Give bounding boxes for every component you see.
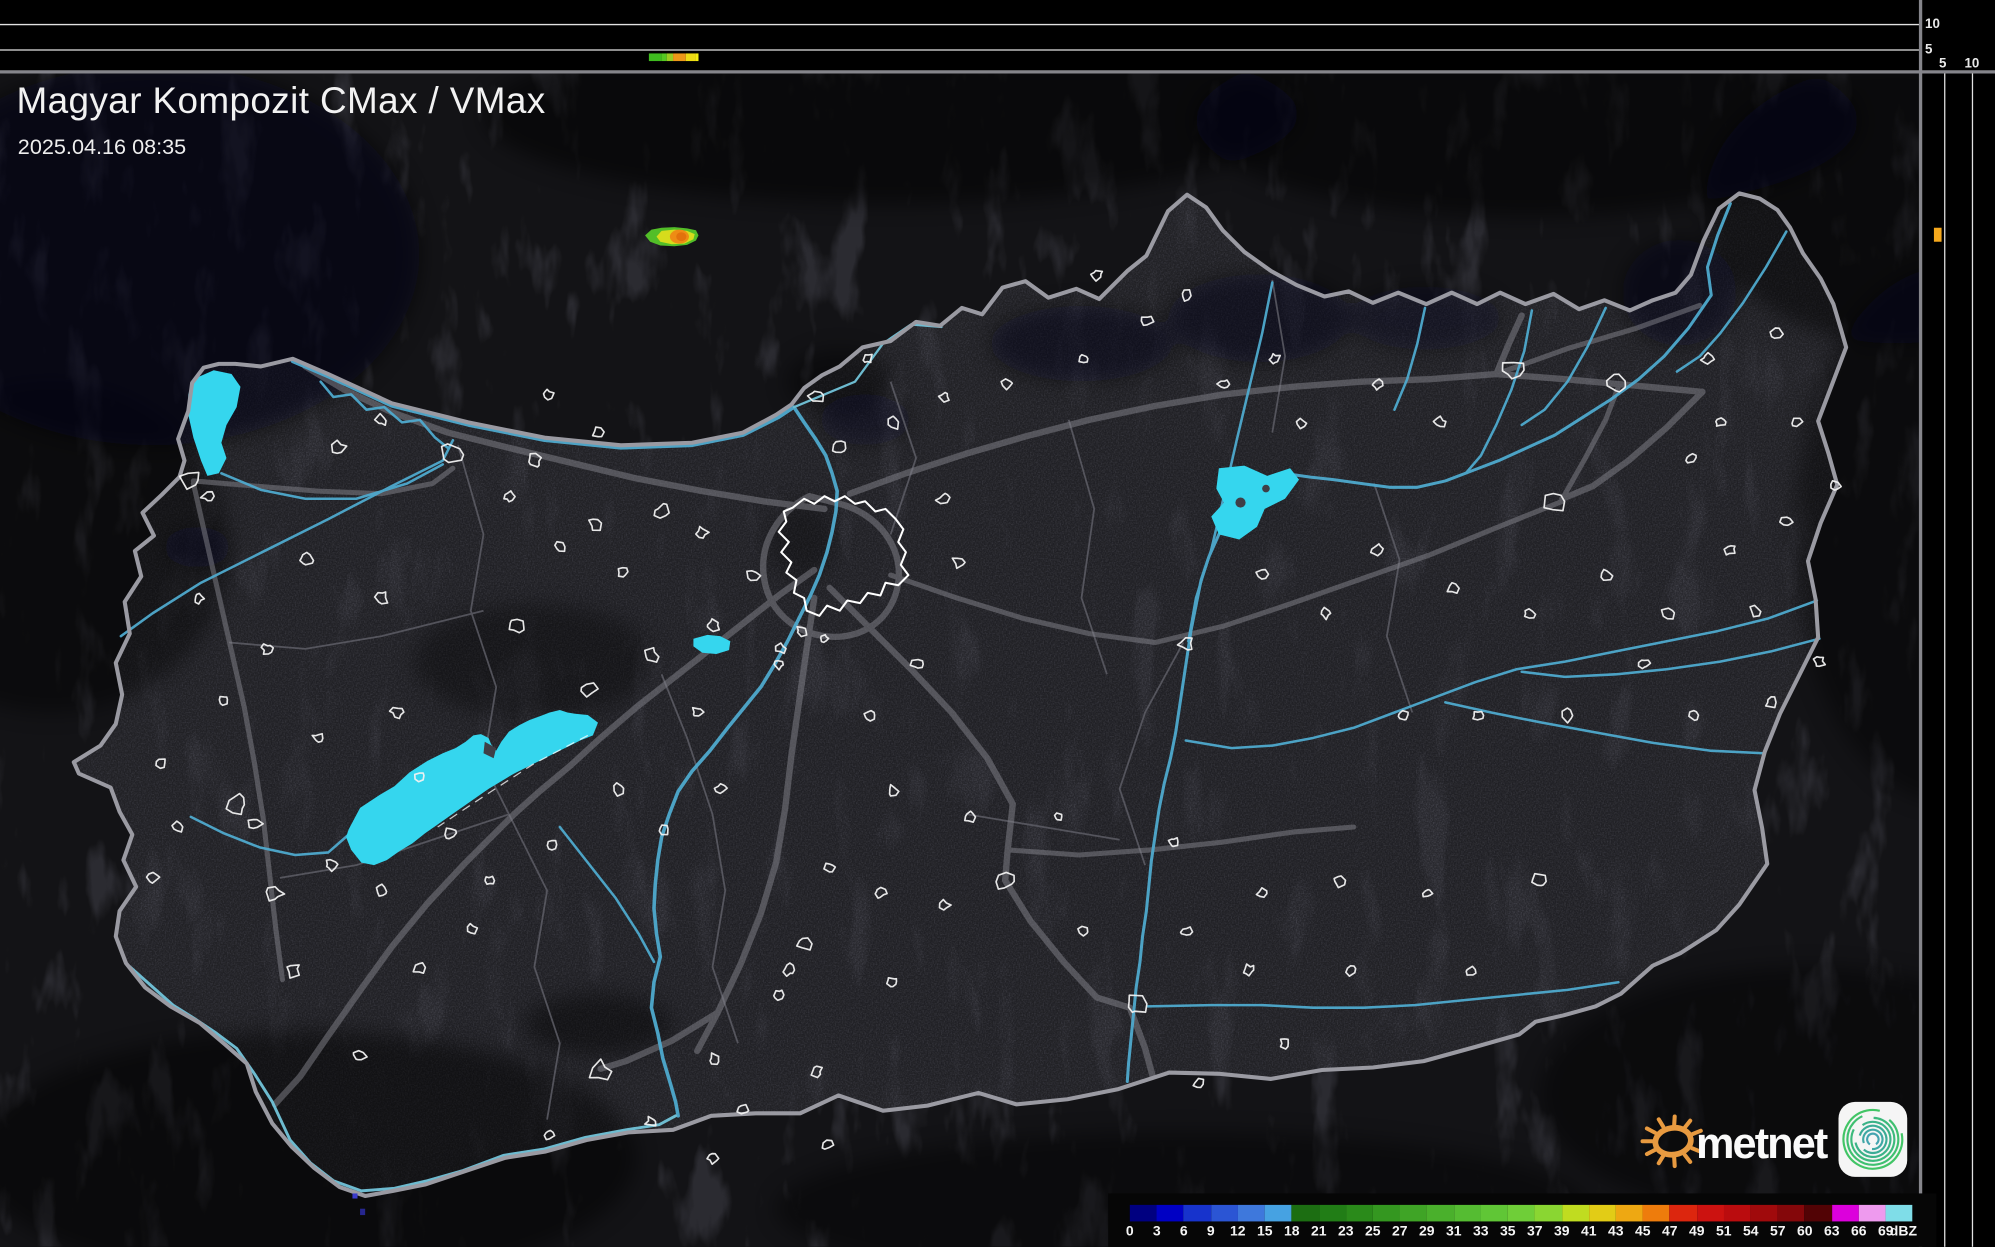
vmax-side-projection-marker — [1933, 227, 1941, 242]
colorbar-swatch — [1669, 1204, 1697, 1221]
colorbar-swatch — [1723, 1204, 1751, 1221]
height-scale-label-5: 5 — [1925, 41, 1933, 58]
colorbar-swatch — [1399, 1204, 1427, 1221]
distance-scale-label-10: 10 — [1964, 55, 1980, 72]
colorbar-swatch — [1615, 1204, 1643, 1221]
colorbar-tick-label: 31 — [1445, 1223, 1462, 1240]
top-panel-bg — [0, 0, 1995, 72]
colorbar-tick-label: 33 — [1473, 1223, 1489, 1240]
radar-map — [0, 0, 1995, 1247]
tisza-lake-island — [1235, 497, 1246, 508]
height-scale-label-10: 10 — [1925, 16, 1940, 32]
colorbar-tick-label: 9 — [1206, 1223, 1215, 1240]
colorbar-tick-label: 60 — [1796, 1223, 1813, 1240]
colorbar-swatch — [1345, 1204, 1373, 1221]
colorbar-swatch — [1750, 1204, 1778, 1221]
colorbar-tick-label: 47 — [1661, 1223, 1678, 1240]
colorbar-tick-label: 57 — [1769, 1223, 1786, 1240]
colorbar-tick-label: 25 — [1365, 1223, 1381, 1240]
colorbar-swatch — [1777, 1204, 1805, 1221]
colorbar-swatch — [1318, 1204, 1346, 1221]
colorbar-swatch — [1264, 1204, 1292, 1221]
colorbar-tick-label: 43 — [1607, 1223, 1624, 1240]
colorbar-tick-label: 49 — [1688, 1223, 1705, 1240]
colorbar-tick-label: 6 — [1179, 1223, 1188, 1240]
weak-echo-dot — [352, 1193, 358, 1199]
colorbar-tick-label: 23 — [1338, 1223, 1354, 1240]
colorbar-swatch — [1291, 1204, 1319, 1221]
colorbar-swatch — [1453, 1204, 1481, 1221]
colorbar-tick-label: 15 — [1257, 1223, 1273, 1240]
colorbar-swatch — [1588, 1204, 1616, 1221]
colorbar-tick-label: 0 — [1125, 1223, 1134, 1240]
colorbar-swatch — [1858, 1204, 1886, 1221]
colorbar-swatch — [1696, 1204, 1724, 1221]
colorbar-tick-label: 27 — [1391, 1223, 1408, 1240]
metnet-logo: metnet — [1640, 1101, 1908, 1177]
radar-page: Magyar Kompozit CMax / VMax 2025.04.16 0… — [0, 0, 1995, 1247]
colorbar-tick-label: 41 — [1580, 1223, 1597, 1240]
metnet-app-icon — [1838, 1101, 1908, 1177]
colorbar-unit: dBZ — [1889, 1223, 1917, 1240]
logo-text: metnet — [1696, 1120, 1828, 1168]
colorbar-swatch — [1183, 1204, 1211, 1221]
cmax-top-projection-strip — [648, 52, 699, 62]
page-title: Magyar Kompozit CMax / VMax — [16, 81, 546, 123]
colorbar-tick-label: 35 — [1500, 1223, 1516, 1240]
colorbar-tick-label: 39 — [1553, 1223, 1570, 1240]
colorbar-tick-label: 21 — [1311, 1223, 1327, 1240]
colorbar-swatch — [1237, 1204, 1265, 1221]
colorbar-swatch — [1480, 1204, 1508, 1221]
colorbar-tick-label: 3 — [1152, 1223, 1161, 1240]
tisza-lake-island — [1262, 484, 1270, 493]
right-panel-bg — [1919, 0, 1995, 1247]
colorbar-swatch — [1885, 1204, 1913, 1221]
colorbar-swatch — [1372, 1204, 1400, 1221]
colorbar-tick-label: 29 — [1418, 1223, 1435, 1240]
colorbar-tick-label: 51 — [1715, 1223, 1732, 1240]
colorbar-tick-label: 12 — [1230, 1223, 1246, 1240]
colorbar-tick-label: 18 — [1284, 1223, 1300, 1240]
dbz-colorbar: 0 3 6 9 12 15 18 21 23 25 27 29 31 33 35 37 39 41 43 45 47 49… — [1108, 1193, 1937, 1247]
colorbar-swatch — [1804, 1204, 1832, 1221]
colorbar-swatch — [1129, 1204, 1157, 1221]
colorbar-tick-label: 45 — [1634, 1223, 1651, 1240]
colorbar-swatch — [1561, 1204, 1589, 1221]
colorbar-tick-label: 63 — [1823, 1223, 1840, 1240]
colorbar-tick-label: 54 — [1742, 1223, 1759, 1240]
colorbar-swatches — [1129, 1204, 1913, 1221]
colorbar-swatch — [1426, 1204, 1454, 1221]
colorbar-swatch — [1156, 1204, 1184, 1221]
colorbar-swatch — [1210, 1204, 1238, 1221]
colorbar-swatch — [1642, 1204, 1670, 1221]
colorbar-swatch — [1534, 1204, 1562, 1221]
timestamp: 2025.04.16 08:35 — [17, 134, 187, 160]
colorbar-swatch — [1831, 1204, 1859, 1221]
weak-echo-dot — [360, 1208, 366, 1216]
colorbar-tick-label: 66 — [1850, 1223, 1867, 1240]
colorbar-swatch — [1507, 1204, 1535, 1221]
colorbar-tick-label: 37 — [1527, 1223, 1543, 1240]
distance-scale-label-5: 5 — [1939, 55, 1947, 72]
